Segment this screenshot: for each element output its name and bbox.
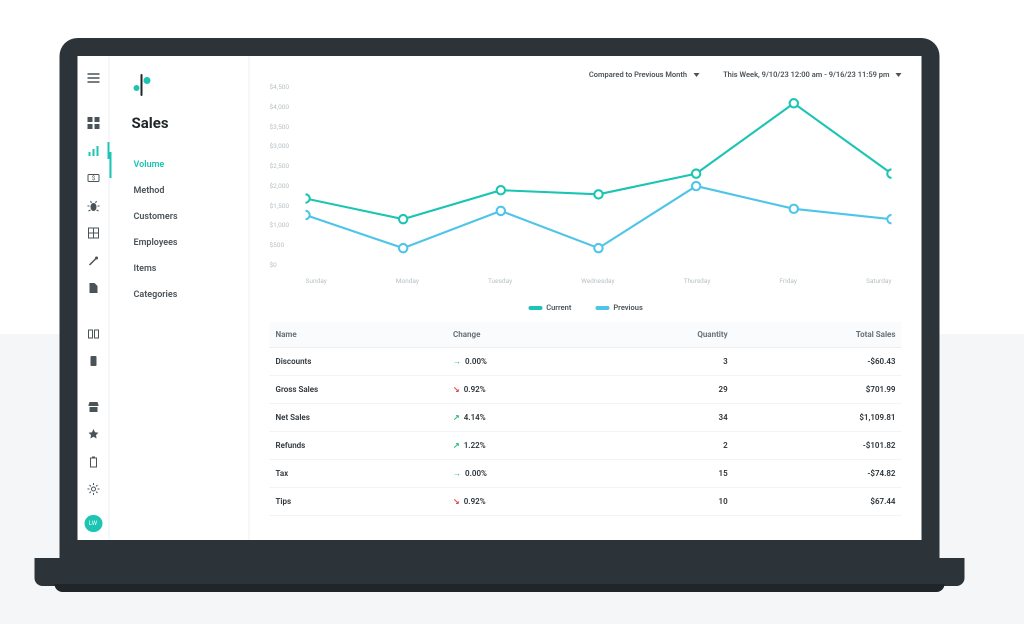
phone-icon[interactable] <box>86 354 100 367</box>
metrics-table: Name Change Quantity Total Sales Discoun… <box>270 322 902 516</box>
cell-total: $67.44 <box>734 488 902 516</box>
cell-name: Net Sales <box>270 404 448 432</box>
col-total[interactable]: Total Sales <box>734 322 902 348</box>
brand-logo <box>132 74 154 96</box>
col-change[interactable]: Change <box>447 322 596 348</box>
book-icon[interactable] <box>86 327 100 340</box>
cell-quantity: 10 <box>596 488 734 516</box>
y-tick: $3,500 <box>270 123 290 131</box>
page-title: Sales <box>132 114 249 132</box>
svg-text:$: $ <box>91 175 95 182</box>
icon-rail: $ <box>78 56 110 540</box>
x-tick: Tuesday <box>488 277 512 295</box>
tools-icon[interactable] <box>86 254 100 267</box>
laptop-frame: $ <box>60 38 965 586</box>
cell-total: $701.99 <box>734 376 902 404</box>
col-quantity[interactable]: Quantity <box>596 322 734 348</box>
chart-legend: Current Previous <box>270 303 902 312</box>
cell-name: Refunds <box>270 432 448 460</box>
table-row[interactable]: Net Sales↗ 4.14%34$1,109.81 <box>270 404 902 432</box>
cell-change: ↗ 1.22% <box>447 432 596 460</box>
grid-icon[interactable] <box>86 226 100 239</box>
cell-name: Discounts <box>270 348 448 376</box>
settings-icon[interactable] <box>86 482 100 495</box>
y-tick: $0 <box>270 261 277 269</box>
table-row[interactable]: Tips↘ 0.92%10$67.44 <box>270 488 902 516</box>
cell-total: -$60.43 <box>734 348 902 376</box>
nav-item-customers[interactable]: Customers <box>110 204 249 230</box>
cell-quantity: 3 <box>596 348 734 376</box>
star-icon[interactable] <box>86 427 100 440</box>
cell-name: Gross Sales <box>270 376 448 404</box>
y-tick: $2,000 <box>270 182 290 190</box>
battery-icon[interactable] <box>86 455 100 468</box>
cell-quantity: 15 <box>596 460 734 488</box>
cell-change: ↗ 4.14% <box>447 404 596 432</box>
nav-item-categories[interactable]: Categories <box>110 282 249 308</box>
y-tick: $2,500 <box>270 162 290 170</box>
bug-icon[interactable] <box>86 199 100 212</box>
menu-icon[interactable] <box>86 71 100 84</box>
table-row[interactable]: Tax→ 0.00%15-$74.82 <box>270 460 902 488</box>
analytics-icon[interactable] <box>86 144 100 157</box>
cell-change: ↘ 0.92% <box>447 488 596 516</box>
dashboard-icon[interactable] <box>86 116 100 129</box>
avatar[interactable]: LW <box>84 515 102 532</box>
x-tick: Wednesday <box>581 277 614 295</box>
cell-change: → 0.00% <box>447 348 596 376</box>
cell-total: -$74.82 <box>734 460 902 488</box>
y-tick: $1,000 <box>270 221 290 229</box>
table-row[interactable]: Discounts→ 0.00%3-$60.43 <box>270 348 902 376</box>
nav-item-volume[interactable]: Volume <box>110 152 249 178</box>
date-range-label: This Week, 9/10/23 12:00 am - 9/16/23 11… <box>723 70 889 79</box>
chevron-down-icon <box>693 73 699 77</box>
cell-quantity: 34 <box>596 404 734 432</box>
cell-name: Tips <box>270 488 448 516</box>
nav-item-items[interactable]: Items <box>110 256 249 282</box>
store-icon[interactable] <box>86 400 100 413</box>
cell-change: → 0.00% <box>447 460 596 488</box>
cell-total: $1,109.81 <box>734 404 902 432</box>
cell-quantity: 29 <box>596 376 734 404</box>
x-tick: Monday <box>396 277 419 295</box>
app-window: $ <box>78 56 922 540</box>
compare-dropdown[interactable]: Compared to Previous Month <box>589 70 699 79</box>
col-name[interactable]: Name <box>270 322 448 348</box>
table-row[interactable]: Gross Sales↘ 0.92%29$701.99 <box>270 376 902 404</box>
cell-change: ↘ 0.92% <box>447 376 596 404</box>
main-content: Compared to Previous Month This Week, 9/… <box>250 56 922 540</box>
y-tick: $3,000 <box>270 142 290 150</box>
legend-current: Current <box>546 303 571 312</box>
nav-item-employees[interactable]: Employees <box>110 230 249 256</box>
nav-item-method[interactable]: Method <box>110 178 249 204</box>
table-row[interactable]: Refunds↗ 1.22%2-$101.82 <box>270 432 902 460</box>
sales-chart: $0 $500 $1,000 $1,500 $2,000 $2,500 $3,000 $3,5… <box>270 95 902 295</box>
cell-quantity: 2 <box>596 432 734 460</box>
x-tick: Friday <box>779 277 797 295</box>
legend-previous: Previous <box>613 303 642 312</box>
cell-total: -$101.82 <box>734 432 902 460</box>
chevron-down-icon <box>896 73 902 77</box>
subnav: Sales VolumeMethodCustomersEmployeesItem… <box>110 56 250 540</box>
y-tick: $1,500 <box>270 202 290 210</box>
x-tick: Thursday <box>684 277 711 295</box>
money-icon[interactable]: $ <box>86 171 100 184</box>
x-tick: Sunday <box>306 277 327 295</box>
y-tick: $4,000 <box>270 103 290 111</box>
y-tick: $4,500 <box>270 83 290 91</box>
compare-label: Compared to Previous Month <box>589 70 687 79</box>
x-tick: Saturday <box>866 277 891 295</box>
date-range-dropdown[interactable]: This Week, 9/10/23 12:00 am - 9/16/23 11… <box>723 70 901 79</box>
document-icon[interactable] <box>86 281 100 294</box>
y-tick: $500 <box>270 241 285 249</box>
cell-name: Tax <box>270 460 448 488</box>
